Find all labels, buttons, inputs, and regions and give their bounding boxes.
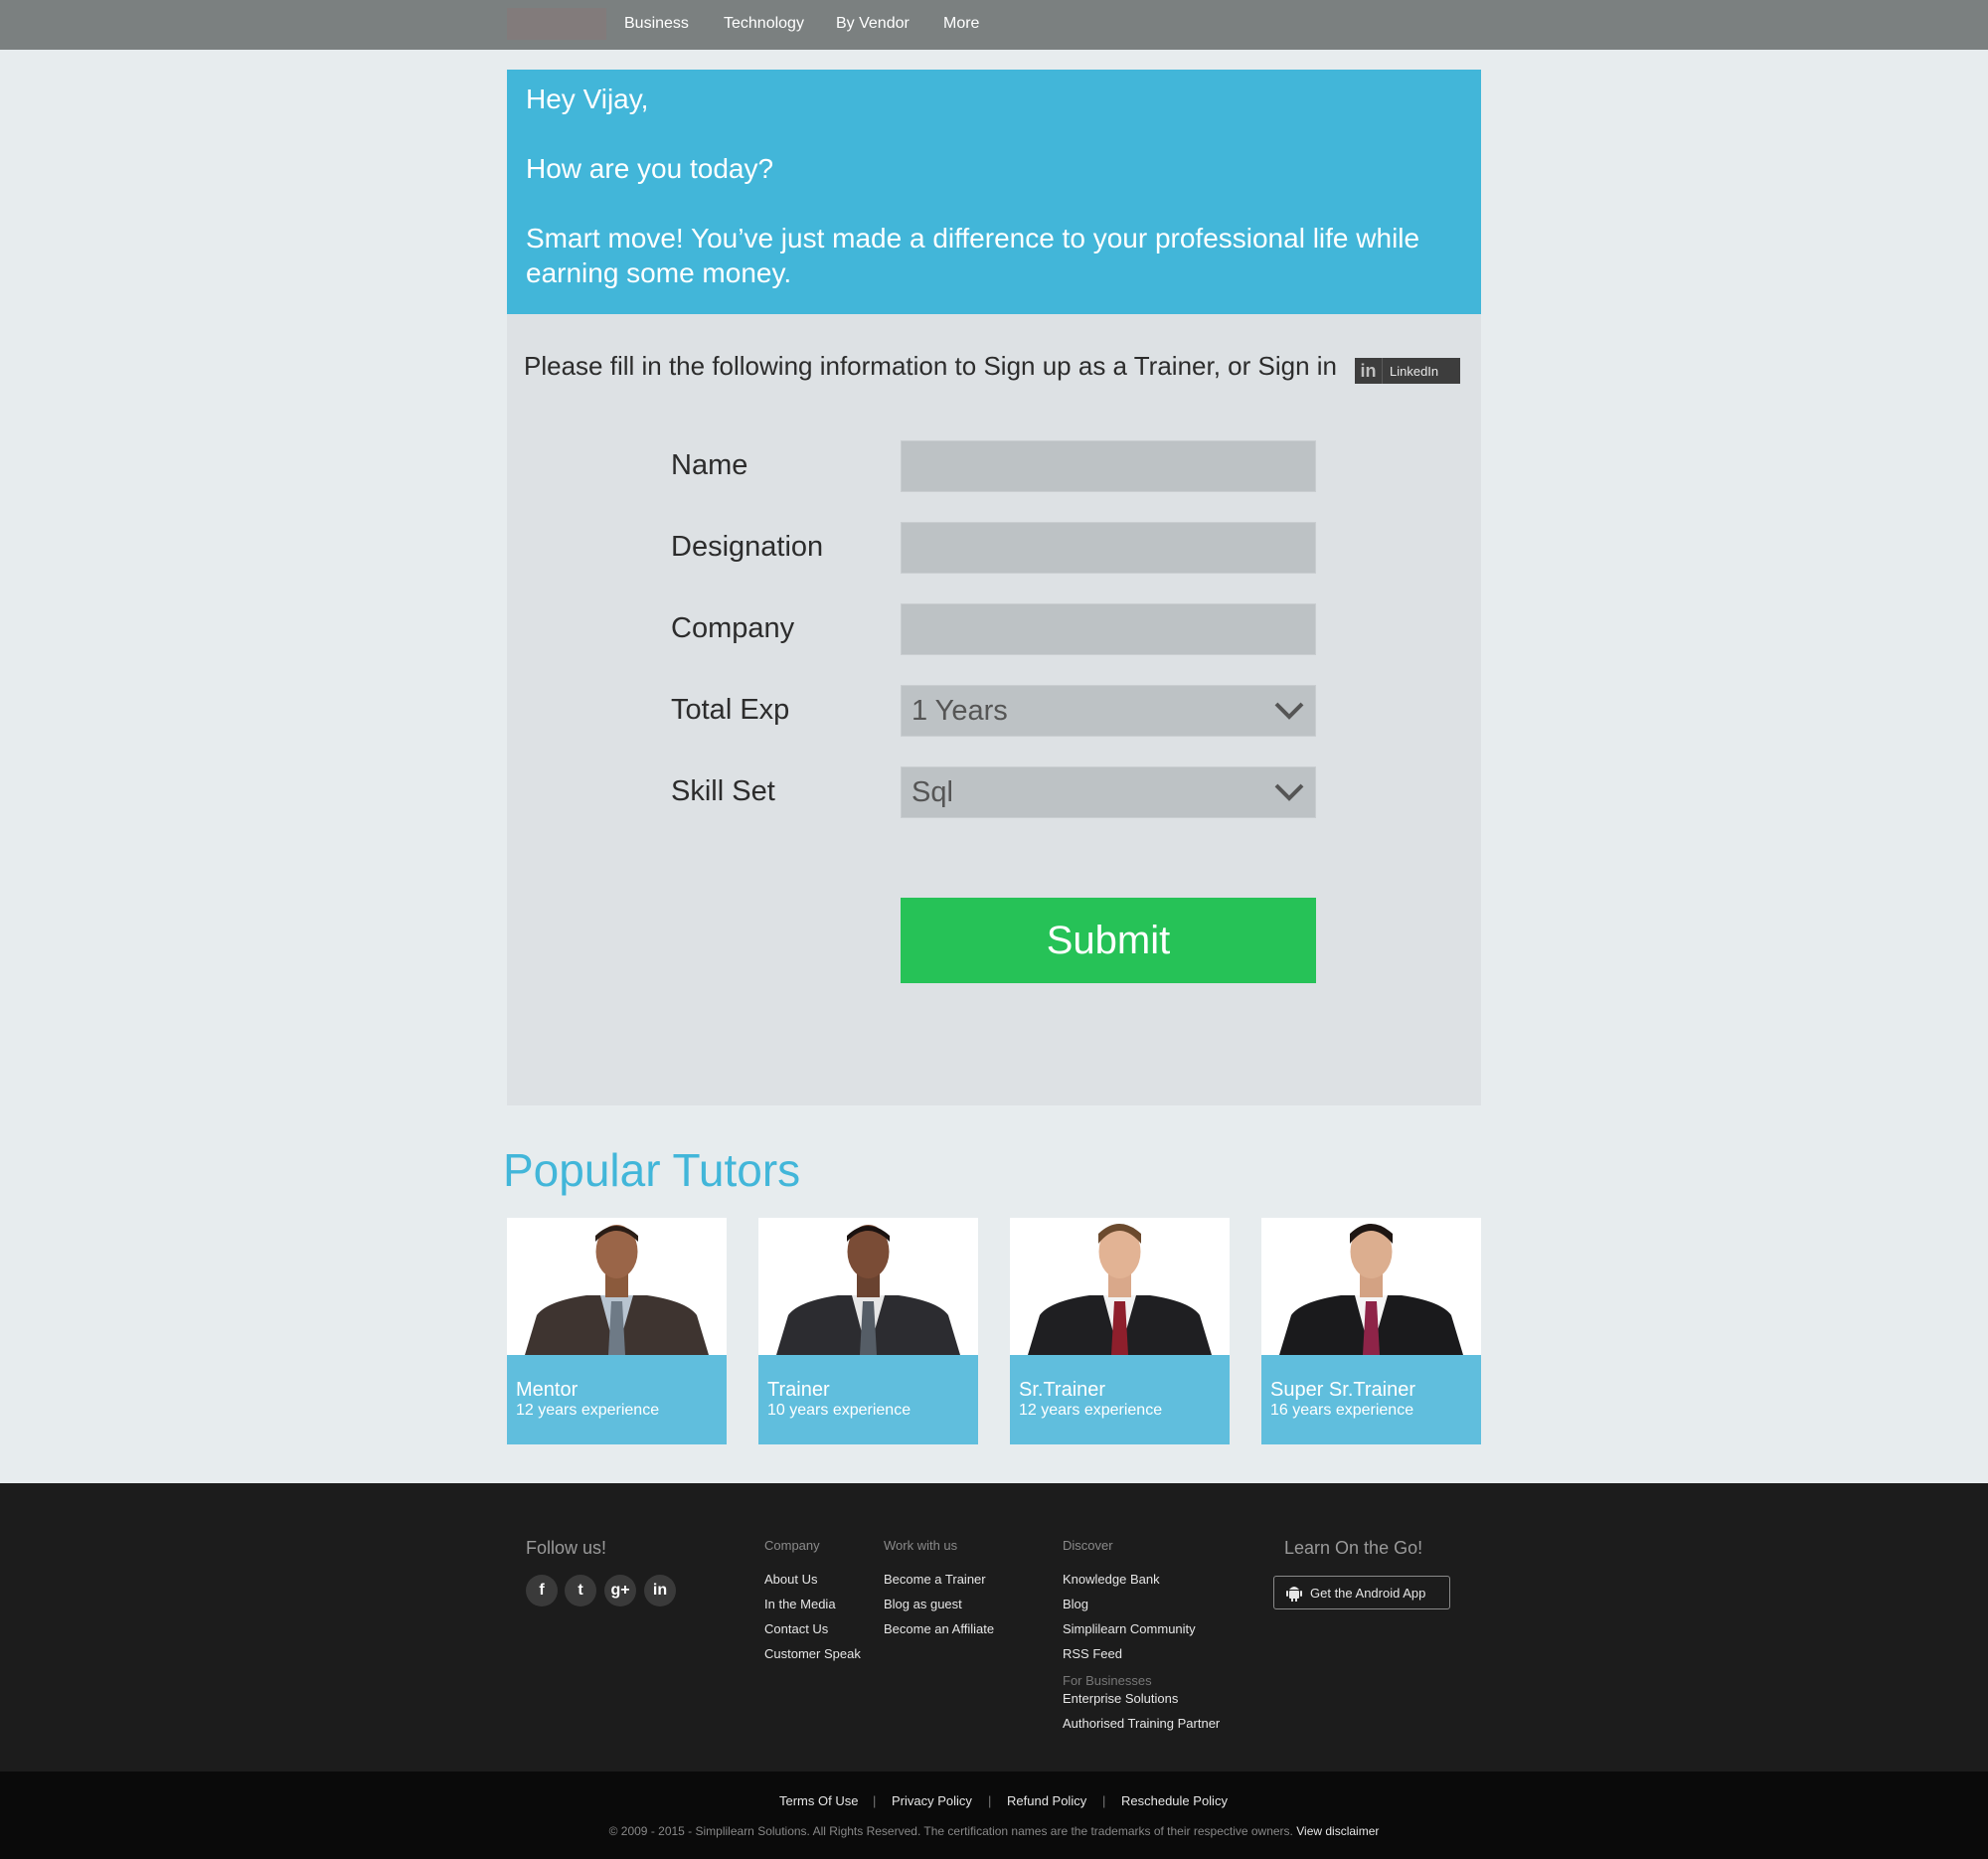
tutor-experience: 16 years experience bbox=[1270, 1402, 1414, 1419]
tutor-card-trainer[interactable]: Trainer 10 years experience bbox=[758, 1218, 978, 1444]
footer-link-blog[interactable]: Blog bbox=[1063, 1597, 1088, 1611]
facebook-icon[interactable]: f bbox=[526, 1575, 558, 1606]
footer-legal-bar bbox=[0, 1772, 1988, 1859]
separator: | bbox=[873, 1793, 877, 1808]
footer-discover-heading: Discover bbox=[1063, 1538, 1113, 1553]
skill-set-select[interactable]: Sql bbox=[901, 766, 1316, 818]
footer-link-become-affiliate[interactable]: Become an Affiliate bbox=[884, 1621, 994, 1636]
tutor-role: Sr.Trainer bbox=[1019, 1379, 1106, 1401]
footer-work-heading: Work with us bbox=[884, 1538, 958, 1553]
form-intro-text: Please fill in the following information… bbox=[524, 351, 1338, 381]
chevron-down-icon bbox=[1274, 702, 1304, 720]
linkedin-label: LinkedIn bbox=[1390, 363, 1439, 379]
question-text: How are you today? bbox=[526, 153, 774, 184]
tutor-role: Mentor bbox=[516, 1379, 579, 1401]
total-exp-select[interactable]: 1 Years bbox=[901, 685, 1316, 737]
privacy-policy-link[interactable]: Privacy Policy bbox=[892, 1793, 972, 1808]
footer-link-become-trainer[interactable]: Become a Trainer bbox=[884, 1572, 986, 1587]
popular-tutors-heading: Popular Tutors bbox=[503, 1144, 801, 1196]
footer-link-blog-as-guest[interactable]: Blog as guest bbox=[884, 1597, 962, 1611]
tutor-photo bbox=[507, 1218, 727, 1355]
tutor-experience: 12 years experience bbox=[516, 1402, 660, 1419]
android-app-label: Get the Android App bbox=[1310, 1585, 1426, 1601]
tutor-photo bbox=[1261, 1218, 1481, 1355]
name-label: Name bbox=[671, 449, 748, 481]
skill-set-label: Skill Set bbox=[671, 775, 775, 807]
welcome-banner: Hey Vijay, How are you today? Smart move… bbox=[507, 70, 1481, 314]
follow-us-label: Follow us! bbox=[526, 1538, 607, 1558]
tutor-photo bbox=[758, 1218, 978, 1355]
nav-item-by-vendor[interactable]: By Vendor bbox=[836, 0, 910, 50]
company-label: Company bbox=[671, 612, 795, 644]
linkedin-icon[interactable]: in bbox=[644, 1575, 676, 1606]
refund-policy-link[interactable]: Refund Policy bbox=[1007, 1793, 1086, 1808]
linkedin-signin-button[interactable]: in LinkedIn bbox=[1355, 358, 1460, 384]
designation-input[interactable] bbox=[901, 522, 1316, 574]
view-disclaimer-link[interactable]: View disclaimer bbox=[1296, 1824, 1379, 1838]
linkedin-icon: in bbox=[1355, 358, 1383, 384]
footer-link-knowledge-bank[interactable]: Knowledge Bank bbox=[1063, 1572, 1160, 1587]
tutor-photo bbox=[1010, 1218, 1230, 1355]
total-exp-label: Total Exp bbox=[671, 694, 790, 726]
tutor-info: Trainer 10 years experience bbox=[758, 1355, 978, 1444]
tutor-info: Super Sr.Trainer 16 years experience bbox=[1261, 1355, 1481, 1444]
designation-label: Designation bbox=[671, 531, 824, 563]
total-exp-value: 1 Years bbox=[911, 695, 1008, 727]
terms-of-use-link[interactable]: Terms Of Use bbox=[779, 1793, 858, 1808]
message-text: Smart move! You’ve just made a differenc… bbox=[526, 223, 1420, 288]
company-input[interactable] bbox=[901, 603, 1316, 655]
footer-link-in-the-media[interactable]: In the Media bbox=[764, 1597, 836, 1611]
greeting-text: Hey Vijay, bbox=[526, 84, 649, 114]
footer-link-training-partner[interactable]: Authorised Training Partner bbox=[1063, 1716, 1220, 1731]
nav-item-technology[interactable]: Technology bbox=[724, 0, 804, 50]
footer-link-community[interactable]: Simplilearn Community bbox=[1063, 1621, 1196, 1636]
skill-set-value: Sql bbox=[911, 776, 953, 808]
footer-link-contact-us[interactable]: Contact Us bbox=[764, 1621, 828, 1636]
chevron-down-icon bbox=[1274, 783, 1304, 801]
copyright-notice: © 2009 - 2015 - Simplilearn Solutions. A… bbox=[608, 1824, 1293, 1838]
android-app-button[interactable]: Get the Android App bbox=[1273, 1576, 1450, 1609]
reschedule-policy-link[interactable]: Reschedule Policy bbox=[1121, 1793, 1228, 1808]
footer-link-rss-feed[interactable]: RSS Feed bbox=[1063, 1646, 1122, 1661]
footer-business-heading: For Businesses bbox=[1063, 1673, 1152, 1688]
footer-company-heading: Company bbox=[764, 1538, 820, 1553]
tutor-info: Sr.Trainer 12 years experience bbox=[1010, 1355, 1230, 1444]
signup-form-panel: Please fill in the following information… bbox=[507, 314, 1481, 1105]
footer-link-customer-speak[interactable]: Customer Speak bbox=[764, 1646, 861, 1661]
tutor-info: Mentor 12 years experience bbox=[507, 1355, 727, 1444]
copyright-text: © 2009 - 2015 - Simplilearn Solutions. A… bbox=[0, 1824, 1988, 1838]
tutor-card-super-sr-trainer[interactable]: Super Sr.Trainer 16 years experience bbox=[1261, 1218, 1481, 1444]
tutor-experience: 12 years experience bbox=[1019, 1402, 1163, 1419]
tutor-card-sr-trainer[interactable]: Sr.Trainer 12 years experience bbox=[1010, 1218, 1230, 1444]
separator: | bbox=[988, 1793, 992, 1808]
tutor-card-mentor[interactable]: Mentor 12 years experience bbox=[507, 1218, 727, 1444]
google-plus-icon[interactable]: g+ bbox=[604, 1575, 636, 1606]
twitter-icon[interactable]: t bbox=[565, 1575, 596, 1606]
site-logo[interactable] bbox=[507, 8, 606, 40]
tutor-experience: 10 years experience bbox=[767, 1402, 911, 1419]
android-icon bbox=[1286, 1587, 1302, 1602]
separator: | bbox=[1102, 1793, 1106, 1808]
name-input[interactable] bbox=[901, 440, 1316, 492]
tutor-role: Trainer bbox=[767, 1379, 830, 1401]
learn-on-the-go-label: Learn On the Go! bbox=[1284, 1538, 1423, 1558]
submit-button[interactable]: Submit bbox=[901, 898, 1316, 983]
tutor-role: Super Sr.Trainer bbox=[1270, 1379, 1415, 1401]
footer-link-about-us[interactable]: About Us bbox=[764, 1572, 817, 1587]
top-nav: Business Technology By Vendor More bbox=[0, 0, 1988, 50]
footer-link-enterprise-solutions[interactable]: Enterprise Solutions bbox=[1063, 1691, 1178, 1706]
nav-item-business[interactable]: Business bbox=[624, 0, 689, 50]
nav-item-more[interactable]: More bbox=[943, 0, 979, 50]
